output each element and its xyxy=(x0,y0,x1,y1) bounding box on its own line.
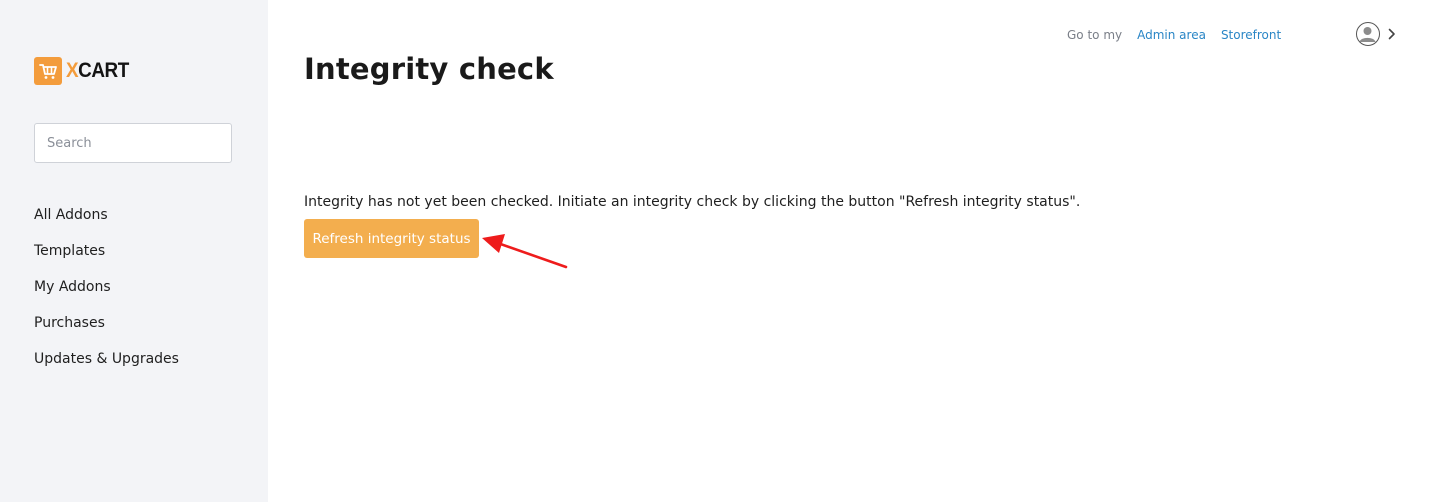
cart-logo-icon xyxy=(34,57,62,85)
xcart-logo[interactable]: XCART xyxy=(34,57,136,85)
page-title: Integrity check xyxy=(304,52,554,86)
page: XCART All Addons Templates My Addons Pur… xyxy=(0,0,1437,502)
sidebar-item-updates-upgrades[interactable]: Updates & Upgrades xyxy=(34,344,179,380)
storefront-link[interactable]: Storefront xyxy=(1221,28,1281,42)
refresh-integrity-status-button[interactable]: Refresh integrity status xyxy=(304,219,479,258)
logo-text-x: X xyxy=(66,59,79,82)
integrity-status-message: Integrity has not yet been checked. Init… xyxy=(304,194,1081,210)
admin-area-link[interactable]: Admin area xyxy=(1137,28,1206,42)
chevron-right-icon[interactable] xyxy=(1388,25,1396,44)
sidebar: XCART All Addons Templates My Addons Pur… xyxy=(0,0,268,502)
logo-text-rest: CART xyxy=(78,59,129,82)
sidebar-nav: All Addons Templates My Addons Purchases… xyxy=(34,200,179,380)
top-links: Go to my Admin area Storefront xyxy=(1067,26,1296,44)
sidebar-item-templates[interactable]: Templates xyxy=(34,236,179,272)
sidebar-item-all-addons[interactable]: All Addons xyxy=(34,200,179,236)
logo-text: XCART xyxy=(66,59,129,83)
sidebar-item-my-addons[interactable]: My Addons xyxy=(34,272,179,308)
sidebar-item-purchases[interactable]: Purchases xyxy=(34,308,179,344)
user-avatar-icon[interactable] xyxy=(1356,22,1380,46)
go-to-my-label: Go to my xyxy=(1067,28,1123,42)
annotation-arrow-icon xyxy=(482,234,568,269)
account-menu[interactable] xyxy=(1356,22,1396,46)
search-input[interactable] xyxy=(34,123,232,163)
